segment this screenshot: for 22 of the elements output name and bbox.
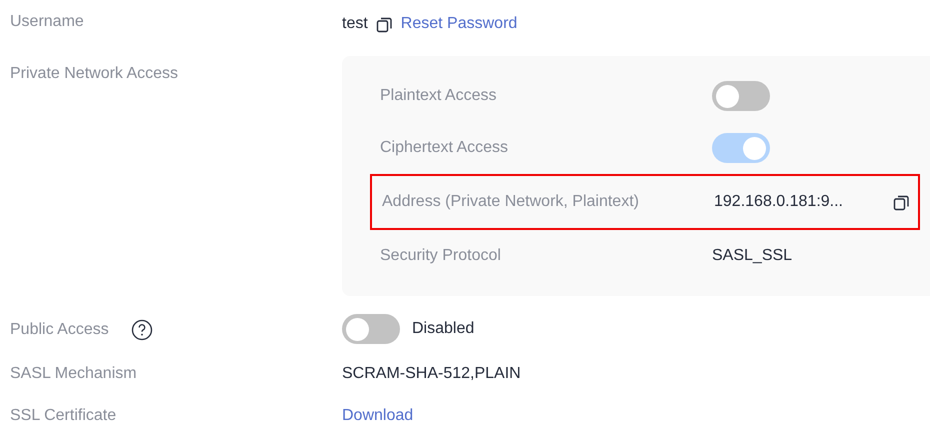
download-link[interactable]: Download [342,407,414,423]
username-value: test [342,14,368,34]
field-label: SASL Mechanism [10,365,137,382]
protocol-value: SASL_SSL [712,246,792,266]
address-value: 192.168.0.181:9... [714,192,843,212]
toggle-switch[interactable] [712,81,770,111]
field-label: SSL Certificate [10,407,116,423]
toggle-switch[interactable] [712,133,770,163]
field-label: Ciphertext Access [380,138,510,158]
field-label: Username [10,13,84,30]
help-icon[interactable] [130,319,153,341]
copy-icon[interactable] [893,194,910,210]
status-text: Disabled [412,319,474,339]
sasl-value: SCRAM-SHA-512,PLAIN [342,365,521,382]
field-label: Plaintext Access [380,86,498,106]
reset-password-link[interactable]: Reset Password [400,12,518,36]
copy-icon[interactable] [376,16,393,32]
field-label: Address (Private Network, Plaintext) [382,192,640,212]
field-label: Security Protocol [380,246,502,266]
field-label: Private Network Access [10,65,178,82]
field-label: Public Access [10,320,109,340]
toggle-switch[interactable] [342,314,400,344]
